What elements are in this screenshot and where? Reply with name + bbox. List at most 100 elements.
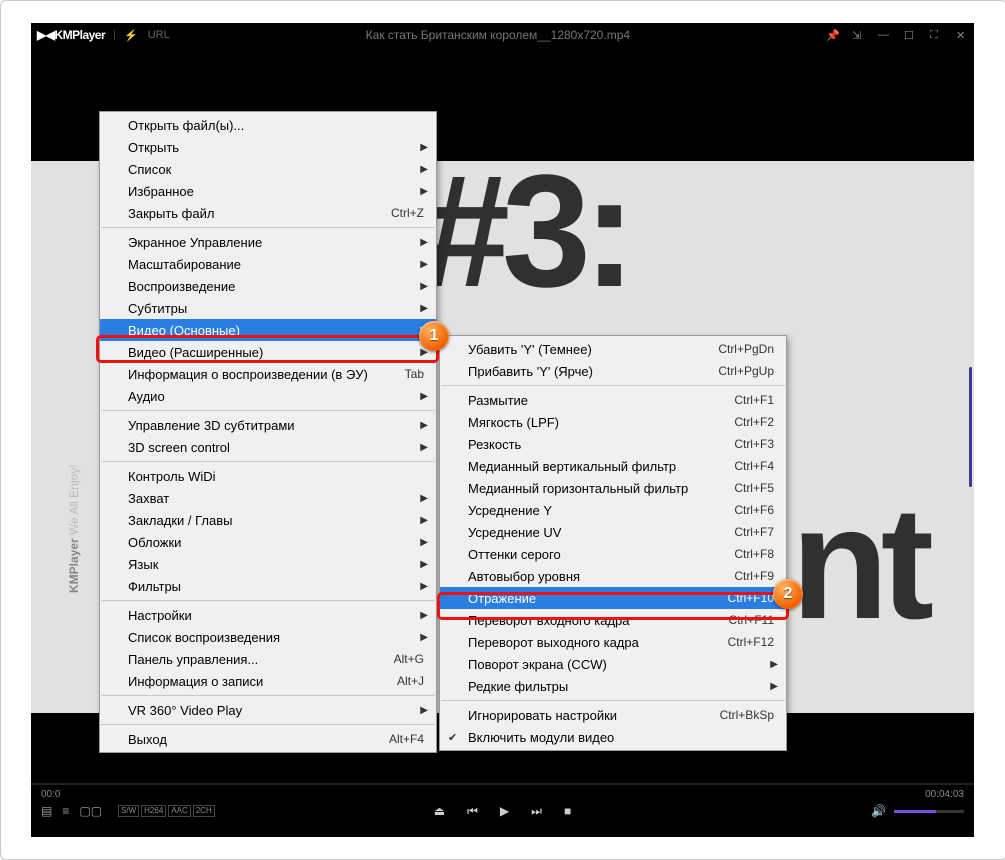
menu-item[interactable]: Захват▶ <box>100 487 436 509</box>
menu-shortcut: Ctrl+F10 <box>728 591 774 605</box>
submenu-arrow-icon: ▶ <box>420 259 428 270</box>
app-logo[interactable]: ▶◀KMPlayer <box>37 28 105 42</box>
menu-item[interactable]: Воспроизведение▶ <box>100 275 436 297</box>
video-text-1: #3: <box>421 139 628 323</box>
menu-item[interactable]: VR 360° Video Play ▶ <box>100 699 436 721</box>
menu-item[interactable]: Размытие Ctrl+F1 <box>440 389 786 411</box>
eject-icon[interactable]: ⏏ <box>434 804 445 818</box>
minimize-icon[interactable]: — <box>878 29 890 41</box>
menu-item[interactable]: Игнорировать настройкиCtrl+BkSp <box>440 704 786 726</box>
menu-item[interactable]: Оттенки серогоCtrl+F8 <box>440 543 786 565</box>
menu-item-label: Убавить 'Y' (Темнее) <box>468 342 592 357</box>
compact-icon[interactable]: ⇲ <box>852 29 864 41</box>
menu-item[interactable]: Язык▶ <box>100 553 436 575</box>
menu-item[interactable]: Список▶ <box>100 158 436 180</box>
menu-shortcut: Ctrl+F12 <box>728 635 774 649</box>
menu-item[interactable]: Экранное Управление▶ <box>100 231 436 253</box>
menu-shortcut: Ctrl+F5 <box>734 481 774 495</box>
menu-item[interactable]: Обложки▶ <box>100 531 436 553</box>
menu-item[interactable]: Список воспроизведения▶ <box>100 626 436 648</box>
menu-item-label: Усреднение UV <box>468 525 561 540</box>
menu-item[interactable]: Открыть▶ <box>100 136 436 158</box>
volume-slider[interactable] <box>894 810 964 813</box>
menu-item[interactable]: Масштабирование ▶ <box>100 253 436 275</box>
submenu-arrow-icon: ▶ <box>420 705 428 716</box>
menu-item-label: Размытие <box>468 393 528 408</box>
menu-item[interactable]: Субтитры▶ <box>100 297 436 319</box>
menu-item[interactable]: Медианный вертикальный фильтрCtrl+F4 <box>440 455 786 477</box>
menu-item-label: Фильтры <box>128 579 181 594</box>
menu-item[interactable]: Мягкость (LPF)Ctrl+F2 <box>440 411 786 433</box>
menu-item[interactable]: ВыходAlt+F4 <box>100 728 436 750</box>
menu-item[interactable]: Переворот выходного кадраCtrl+F12 <box>440 631 786 653</box>
scroll-indicator <box>969 367 972 487</box>
playlist-icon[interactable]: ▤ <box>41 804 52 818</box>
menu-item[interactable]: Открыть файл(ы)... <box>100 114 436 136</box>
menu-item[interactable]: Видео (Основные)▶ <box>100 319 436 341</box>
submenu-arrow-icon: ▶ <box>420 493 428 504</box>
menu-item[interactable]: Усреднение YCtrl+F6 <box>440 499 786 521</box>
fullscreen-icon[interactable]: ⛶ <box>930 29 942 41</box>
play-icon[interactable]: ▶ <box>500 804 509 818</box>
context-menu-video-basic[interactable]: Убавить 'Y' (Темнее)Ctrl+PgDnПрибавить '… <box>439 335 787 751</box>
menu-item[interactable]: Контроль WiDi <box>100 465 436 487</box>
close-icon[interactable]: ✕ <box>956 29 968 41</box>
menu-item[interactable]: Информация о записиAlt+J <box>100 670 436 692</box>
menu-item[interactable]: Медианный горизонтальный фильтрCtrl+F5 <box>440 477 786 499</box>
menu-item[interactable]: Закрыть файлCtrl+Z <box>100 202 436 224</box>
menu-item[interactable]: Аудио▶ <box>100 385 436 407</box>
menu-shortcut: Alt+F4 <box>389 732 424 746</box>
menu-item[interactable]: Включить модули видео <box>440 726 786 748</box>
menu-item-label: Панель управления... <box>128 652 258 667</box>
menu-item[interactable]: 3D screen control▶ <box>100 436 436 458</box>
next-icon[interactable]: ⏭ <box>531 804 542 819</box>
menu-item[interactable]: Настройки▶ <box>100 604 436 626</box>
menu-item-label: Включить модули видео <box>468 730 614 745</box>
menu-shortcut: Ctrl+F1 <box>734 393 774 407</box>
menu-item-label: Избранное <box>128 184 194 199</box>
vr-icon[interactable]: ▢▢ <box>79 804 102 818</box>
menu-item-label: VR 360° Video Play <box>128 703 242 718</box>
volume-icon[interactable]: 🔊 <box>871 804 886 818</box>
menu-item[interactable]: РезкостьCtrl+F3 <box>440 433 786 455</box>
submenu-arrow-icon: ▶ <box>420 515 428 526</box>
menu-item[interactable]: Убавить 'Y' (Темнее)Ctrl+PgDn <box>440 338 786 360</box>
menu-item-label: Медианный вертикальный фильтр <box>468 459 676 474</box>
menu-item[interactable]: Прибавить 'Y' (Ярче)Ctrl+PgUp <box>440 360 786 382</box>
menu-item[interactable]: Редкие фильтры▶ <box>440 675 786 697</box>
menu-item[interactable]: Поворот экрана (CCW)▶ <box>440 653 786 675</box>
menu-shortcut: Tab <box>405 367 424 381</box>
maximize-icon[interactable]: ☐ <box>904 29 916 41</box>
menu-item[interactable]: Панель управления... Alt+G <box>100 648 436 670</box>
context-menu-main[interactable]: Открыть файл(ы)...Открыть▶Список▶Избранн… <box>99 111 437 753</box>
menu-shortcut: Ctrl+F7 <box>734 525 774 539</box>
submenu-arrow-icon: ▶ <box>420 391 428 402</box>
menu-item[interactable]: Закладки / Главы▶ <box>100 509 436 531</box>
menu-item[interactable]: Фильтры▶ <box>100 575 436 597</box>
menu-item[interactable]: Управление 3D субтитрами▶ <box>100 414 436 436</box>
menu-item[interactable]: Переворот входного кадраCtrl+F11 <box>440 609 786 631</box>
menu-shortcut: Ctrl+F11 <box>729 613 774 627</box>
pin-icon[interactable]: 📌 <box>826 29 838 41</box>
video-text-2: nt <box>791 471 926 655</box>
lightning-icon[interactable]: ⚡ <box>124 29 138 42</box>
menu-item[interactable]: Автовыбор уровняCtrl+F9 <box>440 565 786 587</box>
stop-icon[interactable]: ■ <box>564 804 571 818</box>
menu-shortcut: Alt+G <box>394 652 424 666</box>
submenu-arrow-icon: ▶ <box>420 632 428 643</box>
url-label[interactable]: URL <box>148 29 170 41</box>
menu-item[interactable]: Видео (Расширенные)▶ <box>100 341 436 363</box>
menu-item-label: 3D screen control <box>128 440 230 455</box>
settings-icon[interactable]: ≡ <box>62 804 69 818</box>
menu-item-label: Редкие фильтры <box>468 679 568 694</box>
menu-item-label: Прибавить 'Y' (Ярче) <box>468 364 593 379</box>
menu-shortcut: Ctrl+F8 <box>734 547 774 561</box>
menu-item-label: Закрыть файл <box>128 206 214 221</box>
menu-item[interactable]: Информация о воспроизведении (в ЭУ)Tab <box>100 363 436 385</box>
menu-item[interactable]: ОтражениеCtrl+F10 <box>440 587 786 609</box>
submenu-arrow-icon: ▶ <box>420 142 428 153</box>
menu-item-label: Масштабирование <box>128 257 241 272</box>
menu-item[interactable]: Усреднение UV Ctrl+F7 <box>440 521 786 543</box>
menu-item[interactable]: Избранное▶ <box>100 180 436 202</box>
prev-icon[interactable]: ⏮ <box>467 804 478 819</box>
